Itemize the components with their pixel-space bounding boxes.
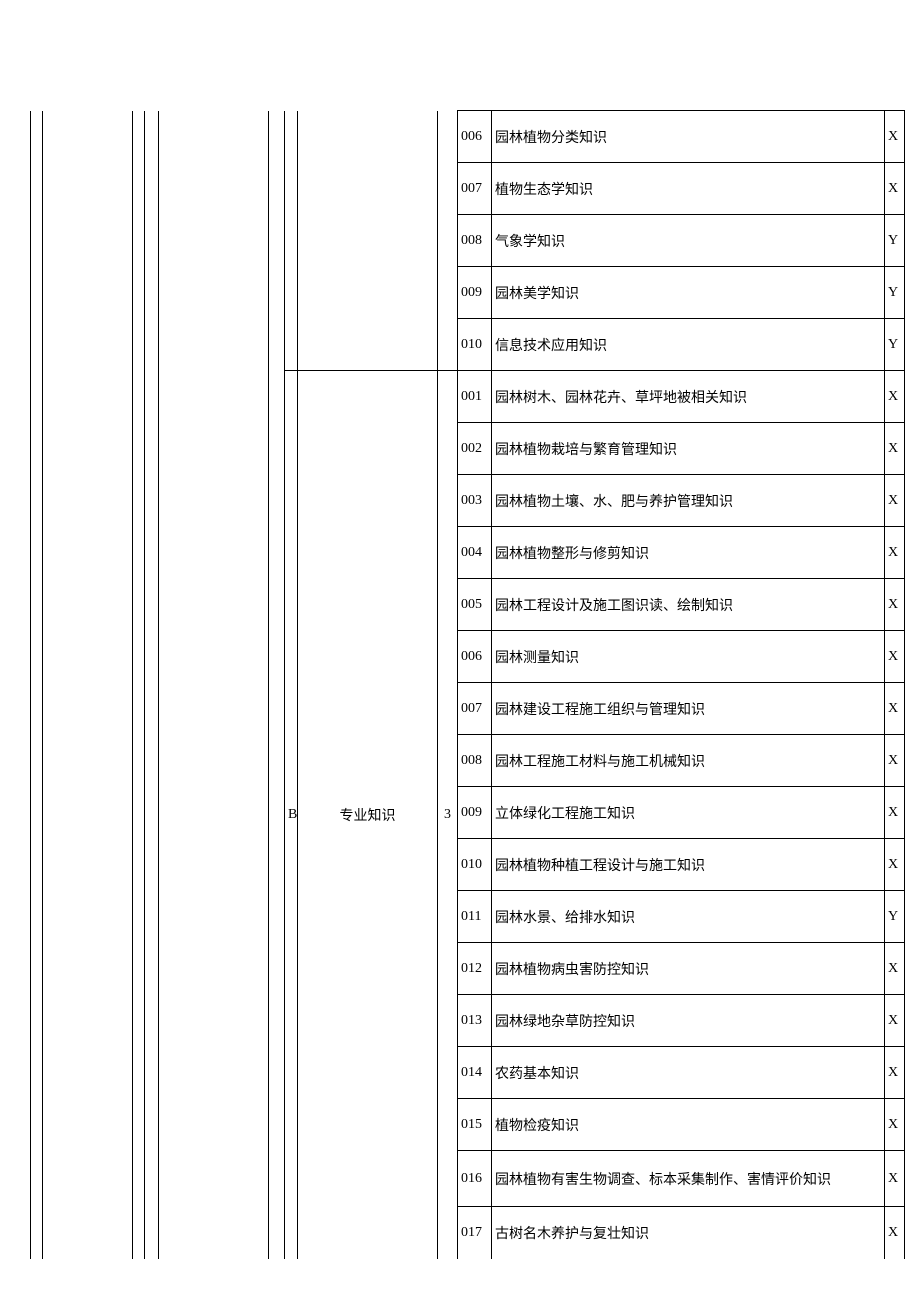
item-description: 园林植物分类知识 bbox=[492, 111, 885, 163]
item-number: 011 bbox=[458, 891, 492, 943]
item-description: 植物检疫知识 bbox=[492, 1099, 885, 1151]
section-title: 专业知识 bbox=[298, 371, 438, 1259]
outer-col-6 bbox=[269, 111, 285, 1259]
item-number: 015 bbox=[458, 1099, 492, 1151]
item-flag: X bbox=[885, 579, 905, 631]
item-description: 园林美学知识 bbox=[492, 267, 885, 319]
outer-col-2 bbox=[43, 111, 133, 1259]
item-number: 013 bbox=[458, 995, 492, 1047]
item-number: 007 bbox=[458, 163, 492, 215]
item-number: 017 bbox=[458, 1207, 492, 1259]
item-number: 006 bbox=[458, 111, 492, 163]
outer-col-5 bbox=[159, 111, 269, 1259]
item-number: 002 bbox=[458, 423, 492, 475]
item-description: 园林植物整形与修剪知识 bbox=[492, 527, 885, 579]
item-flag: X bbox=[885, 163, 905, 215]
item-number: 001 bbox=[458, 371, 492, 423]
item-number: 010 bbox=[458, 839, 492, 891]
table-row: 006园林植物分类知识X bbox=[31, 111, 905, 163]
item-description: 园林植物栽培与繁育管理知识 bbox=[492, 423, 885, 475]
item-description: 园林建设工程施工组织与管理知识 bbox=[492, 683, 885, 735]
item-flag: X bbox=[885, 839, 905, 891]
outer-col-1 bbox=[31, 111, 43, 1259]
item-description: 园林水景、给排水知识 bbox=[492, 891, 885, 943]
item-number: 006 bbox=[458, 631, 492, 683]
item-number: 012 bbox=[458, 943, 492, 995]
section-code: B bbox=[285, 371, 298, 1259]
item-flag: X bbox=[885, 1099, 905, 1151]
item-flag: X bbox=[885, 111, 905, 163]
item-description: 园林植物有害生物调查、标本采集制作、害情评价知识 bbox=[492, 1151, 885, 1207]
item-number: 009 bbox=[458, 267, 492, 319]
item-flag: X bbox=[885, 475, 905, 527]
item-flag: X bbox=[885, 943, 905, 995]
item-number: 005 bbox=[458, 579, 492, 631]
item-flag: X bbox=[885, 527, 905, 579]
item-description: 园林植物土壤、水、肥与养护管理知识 bbox=[492, 475, 885, 527]
item-description: 农药基本知识 bbox=[492, 1047, 885, 1099]
item-number: 016 bbox=[458, 1151, 492, 1207]
item-description: 立体绿化工程施工知识 bbox=[492, 787, 885, 839]
item-number: 008 bbox=[458, 735, 492, 787]
item-flag: X bbox=[885, 371, 905, 423]
item-description: 信息技术应用知识 bbox=[492, 319, 885, 371]
item-flag: X bbox=[885, 1151, 905, 1207]
item-number: 014 bbox=[458, 1047, 492, 1099]
item-number: 008 bbox=[458, 215, 492, 267]
item-flag: X bbox=[885, 735, 905, 787]
item-flag: Y bbox=[885, 267, 905, 319]
item-flag: X bbox=[885, 995, 905, 1047]
item-number: 009 bbox=[458, 787, 492, 839]
item-flag: X bbox=[885, 423, 905, 475]
item-number: 004 bbox=[458, 527, 492, 579]
item-description: 园林绿地杂草防控知识 bbox=[492, 995, 885, 1047]
item-description: 园林植物病虫害防控知识 bbox=[492, 943, 885, 995]
knowledge-table: 006园林植物分类知识X007植物生态学知识X008气象学知识Y009园林美学知… bbox=[30, 110, 905, 1259]
item-description: 植物生态学知识 bbox=[492, 163, 885, 215]
section-title-top bbox=[298, 111, 438, 371]
item-flag: Y bbox=[885, 891, 905, 943]
section-code-top bbox=[285, 111, 298, 371]
item-number: 003 bbox=[458, 475, 492, 527]
outer-col-4 bbox=[145, 111, 159, 1259]
item-description: 园林测量知识 bbox=[492, 631, 885, 683]
item-flag: X bbox=[885, 631, 905, 683]
item-description: 古树名木养护与复壮知识 bbox=[492, 1207, 885, 1259]
outer-col-3 bbox=[133, 111, 145, 1259]
section-count-top bbox=[438, 111, 458, 371]
item-flag: X bbox=[885, 1207, 905, 1259]
item-number: 007 bbox=[458, 683, 492, 735]
item-flag: Y bbox=[885, 319, 905, 371]
item-description: 园林植物种植工程设计与施工知识 bbox=[492, 839, 885, 891]
item-flag: X bbox=[885, 1047, 905, 1099]
item-description: 园林工程施工材料与施工机械知识 bbox=[492, 735, 885, 787]
item-flag: Y bbox=[885, 215, 905, 267]
item-flag: X bbox=[885, 787, 905, 839]
item-number: 010 bbox=[458, 319, 492, 371]
item-description: 园林工程设计及施工图识读、绘制知识 bbox=[492, 579, 885, 631]
item-flag: X bbox=[885, 683, 905, 735]
item-description: 园林树木、园林花卉、草坪地被相关知识 bbox=[492, 371, 885, 423]
item-description: 气象学知识 bbox=[492, 215, 885, 267]
section-count: 3 bbox=[438, 371, 458, 1259]
